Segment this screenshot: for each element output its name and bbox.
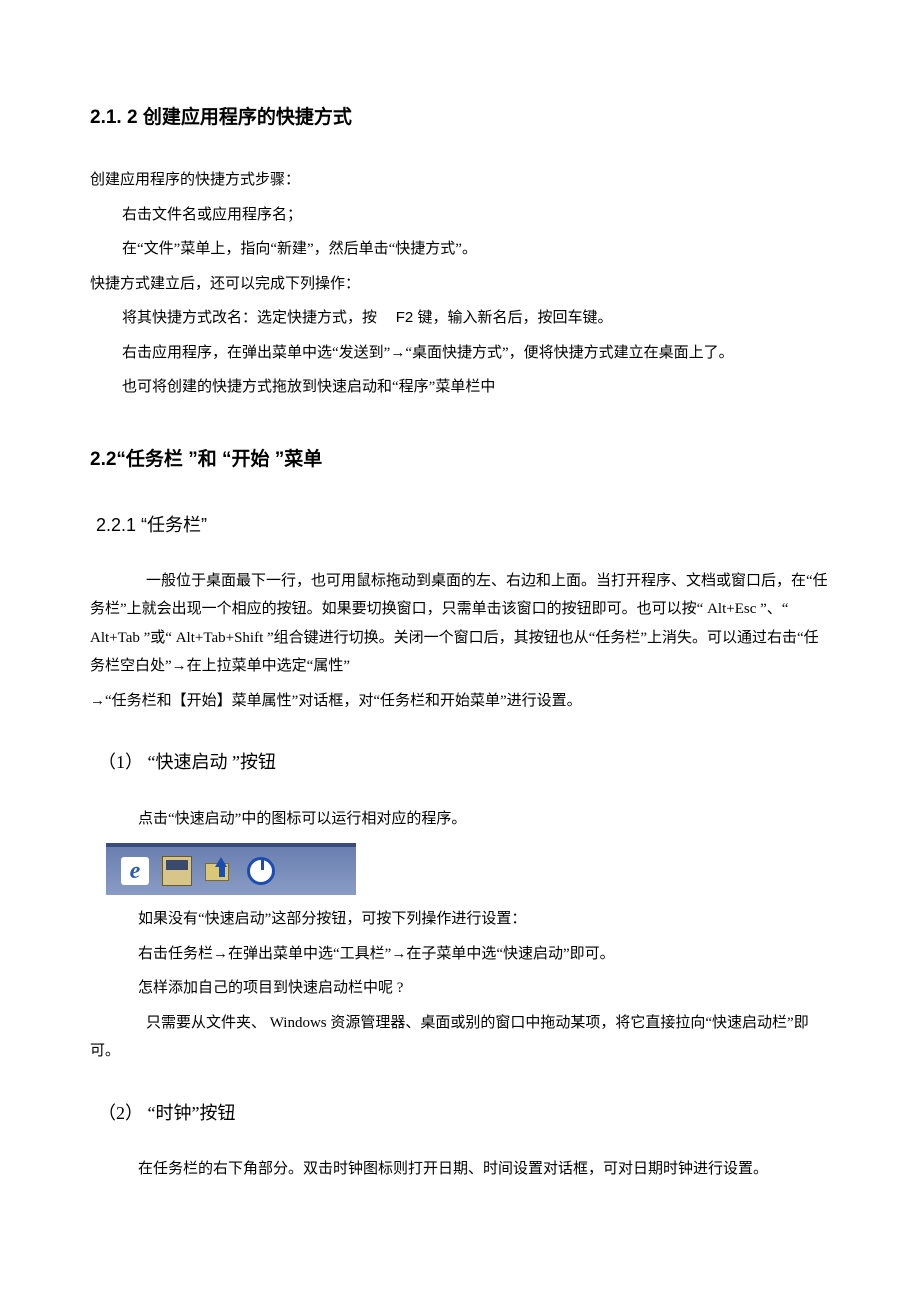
outlook-express-icon — [202, 854, 236, 888]
power-icon — [244, 854, 278, 888]
paragraph: 点击“快速启动”中的图标可以运行相对应的程序。 — [138, 805, 830, 834]
heading-2-2: 2.2“任务栏 ”和 “开始 ”菜单 — [90, 442, 830, 478]
paragraph: 怎样添加自己的项目到快速启动栏中呢 ? — [138, 974, 830, 1003]
paragraph: 如果没有“快速启动”这部分按钮，可按下列操作进行设置： — [138, 905, 830, 934]
paragraph: 在“文件”菜单上，指向“新建”，然后单击“快捷方式”。 — [122, 235, 830, 264]
paragraph: 将其快捷方式改名：选定快捷方式，按 F2 键，输入新名后，按回车键。 — [122, 304, 830, 333]
paragraph: 右击应用程序，在弹出菜单中选“发送到”→“桌面快捷方式”，便将快捷方式建立在桌面… — [122, 339, 830, 368]
paragraph: 只需要从文件夹、 Windows 资源管理器、桌面或别的窗口中拖动某项，将它直接… — [90, 1009, 830, 1066]
show-desktop-icon — [160, 854, 194, 888]
paragraph: 在任务栏的右下角部分。双击时钟图标则打开日期、时间设置对话框，可对日期时钟进行设… — [138, 1155, 830, 1184]
heading-sub-2: （2） “时钟”按钮 — [98, 1096, 830, 1130]
document-page: 2.1. 2 创建应用程序的快捷方式 创建应用程序的快捷方式步骤： 右击文件名或… — [0, 0, 920, 1303]
paragraph: 右击文件名或应用程序名； — [122, 201, 830, 230]
heading-sub-1: （1） “快速启动 ”按钮 — [98, 745, 830, 779]
heading-2-1-2: 2.1. 2 创建应用程序的快捷方式 — [90, 100, 830, 136]
paragraph: 也可将创建的快捷方式拖放到快速启动和“程序”菜单栏中 — [122, 373, 830, 402]
paragraph: 快捷方式建立后，还可以完成下列操作： — [90, 270, 830, 299]
text: F2 键，输入新名后，按回车键。 — [396, 309, 613, 326]
paragraph: 一般位于桌面最下一行，也可用鼠标拖动到桌面的左、右边和上面。当打开程序、文档或窗… — [90, 567, 830, 681]
internet-explorer-icon: e — [118, 854, 152, 888]
paragraph: →“任务栏和【开始】菜单属性”对话框，对“任务栏和开始菜单”进行设置。 — [90, 687, 830, 716]
heading-2-2-1: 2.2.1 “任务栏” — [96, 508, 830, 542]
paragraph: 创建应用程序的快捷方式步骤： — [90, 166, 830, 195]
quick-launch-bar-image: e — [106, 843, 356, 895]
text: 将其快捷方式改名：选定快捷方式，按 — [122, 310, 377, 326]
paragraph: 右击任务栏→在弹出菜单中选“工具栏”→在子菜单中选“快速启动”即可。 — [138, 940, 830, 969]
